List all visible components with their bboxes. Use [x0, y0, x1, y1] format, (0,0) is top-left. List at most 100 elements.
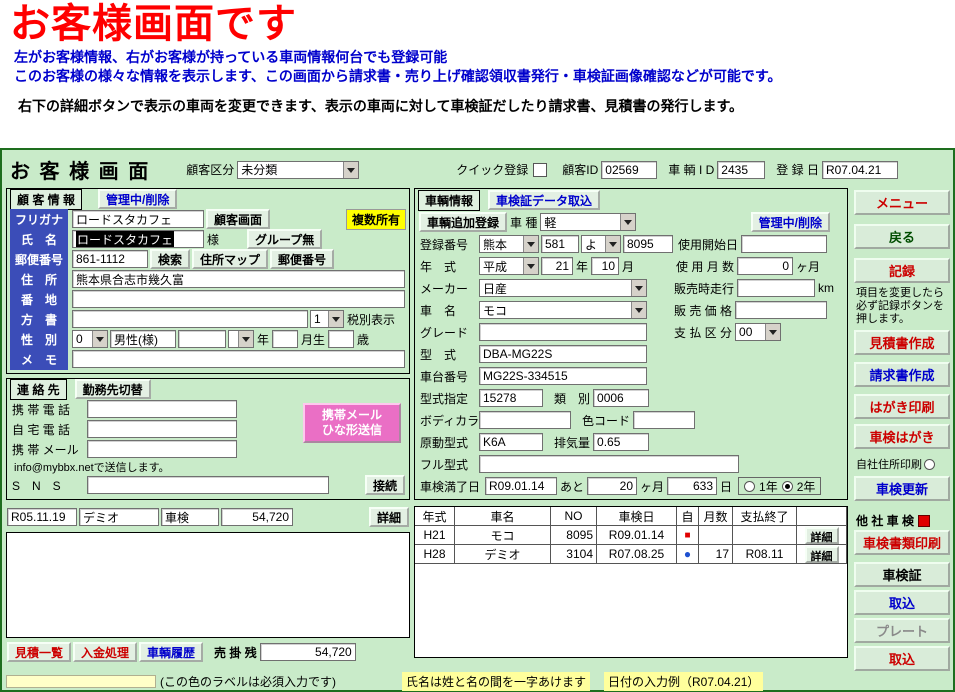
maker-select[interactable]: 日産 — [479, 279, 647, 297]
shaken-cycle-radio-group: 1年 2年 — [738, 477, 821, 495]
estimate-button[interactable]: 見積書作成 — [854, 330, 950, 355]
cell-year: H21 — [415, 526, 455, 545]
mobile-mail-input[interactable] — [87, 440, 237, 458]
type-approval-field[interactable]: 15278 — [479, 389, 543, 407]
address-map-button[interactable]: 住所マップ — [192, 249, 268, 269]
vehicle-history-button[interactable]: 車輌履歴 — [139, 642, 203, 662]
chevron-down-icon[interactable] — [328, 311, 343, 327]
back-button[interactable]: 戻る — [854, 224, 950, 249]
quick-register-checkbox[interactable] — [533, 163, 547, 177]
shaken-update-button[interactable]: 車検更新 — [854, 476, 950, 501]
customer-manage-delete-button[interactable]: 管理中/削除 — [98, 189, 177, 209]
era-year-field[interactable]: 21 — [541, 257, 573, 275]
era-select[interactable]: 平成 — [479, 257, 539, 275]
banchi-input[interactable] — [72, 290, 405, 308]
shaken-postcard-button[interactable]: 車検はがき — [854, 424, 950, 449]
group-button[interactable]: グループ無 — [247, 229, 322, 249]
chevron-down-icon[interactable] — [238, 331, 253, 347]
car-class-select[interactable]: 軽 — [540, 213, 636, 231]
chevron-down-icon[interactable] — [343, 162, 358, 178]
use-start-field[interactable] — [741, 235, 827, 253]
use-months-field[interactable]: 0 — [737, 257, 793, 275]
expiry-field[interactable]: R09.01.14 — [485, 477, 557, 495]
chevron-down-icon[interactable] — [631, 280, 646, 296]
add-vehicle-button[interactable]: 車輌追加登録 — [419, 212, 507, 232]
memo-input[interactable] — [72, 350, 405, 368]
zip-lookup-button[interactable]: 郵便番号 — [270, 249, 334, 269]
chevron-down-icon[interactable] — [605, 236, 620, 252]
work-switch-button[interactable]: 勤務先切替 — [75, 379, 151, 399]
displacement-field[interactable]: 0.65 — [593, 433, 649, 451]
plate-button[interactable]: プレート — [854, 618, 950, 643]
reg-kana-select[interactable]: よ — [581, 235, 621, 253]
vehicle-manage-delete-button[interactable]: 管理中/削除 — [751, 212, 830, 232]
estimates-list-button[interactable]: 見積一覧 — [7, 642, 71, 662]
radio-1year[interactable] — [744, 481, 755, 492]
name-input[interactable]: ロードスタカフェ — [72, 230, 204, 248]
chevron-down-icon[interactable] — [523, 258, 538, 274]
import-plate-button[interactable]: 取込 — [854, 646, 950, 671]
payment-class-select[interactable]: 00 — [735, 323, 781, 341]
reg-date-field[interactable]: R07.04.21 — [822, 161, 898, 179]
month-field[interactable]: 10 — [591, 257, 619, 275]
radio-2year[interactable] — [782, 481, 793, 492]
chevron-down-icon[interactable] — [765, 324, 780, 340]
chevron-down-icon[interactable] — [631, 302, 646, 318]
katagaki-input[interactable] — [72, 310, 308, 328]
import-cert-data-button[interactable]: 車検証データ取込 — [488, 190, 600, 210]
menu-button[interactable]: メニュー — [854, 190, 950, 215]
mileage-field[interactable] — [737, 279, 815, 297]
reg-number-field[interactable]: 8095 — [623, 235, 673, 253]
vehicle-table-row[interactable]: H21 モコ 8095 R09.01.14 ■ 詳細 — [415, 526, 847, 545]
address-input[interactable]: 熊本県合志市幾久富 — [72, 270, 405, 288]
vehicle-id-field[interactable]: 2435 — [717, 161, 765, 179]
furigana-input[interactable]: ロードスタカフェ — [72, 210, 204, 228]
invoice-button[interactable]: 請求書作成 — [854, 362, 950, 387]
history-list[interactable] — [6, 532, 410, 638]
connect-button[interactable]: 接続 — [365, 475, 405, 495]
postcard-print-button[interactable]: はがき印刷 — [854, 394, 950, 419]
grade-field[interactable] — [479, 323, 647, 341]
customer-class-select[interactable]: 未分類 — [237, 161, 359, 179]
reg-area-select[interactable]: 熊本 — [479, 235, 539, 253]
chevron-down-icon[interactable] — [620, 214, 635, 230]
sns-input[interactable] — [87, 476, 329, 494]
vehicle-row-detail-button[interactable]: 詳細 — [805, 527, 839, 544]
chassis-field[interactable]: MG22S-334515 — [479, 367, 647, 385]
other-shaken-label: 他 社 車 検 — [856, 512, 914, 529]
mobile-phone-input[interactable] — [87, 400, 237, 418]
payment-button[interactable]: 入金処理 — [73, 642, 137, 662]
price-field[interactable] — [735, 301, 827, 319]
chevron-down-icon[interactable] — [92, 331, 107, 347]
customer-screen-button[interactable]: 顧客画面 — [206, 209, 270, 229]
shaken-docs-print-button[interactable]: 車検書類印刷 — [854, 530, 950, 555]
color-code-field[interactable] — [633, 411, 695, 429]
gender-select[interactable]: 0 — [72, 330, 108, 348]
customer-id-field[interactable]: 02569 — [601, 161, 657, 179]
import-cert-button[interactable]: 取込 — [854, 590, 950, 615]
chevron-down-icon[interactable] — [523, 236, 538, 252]
home-phone-input[interactable] — [87, 420, 237, 438]
mail-template-button[interactable]: 携帯メール ひな形送信 — [303, 403, 401, 443]
class-field[interactable]: 0006 — [593, 389, 649, 407]
vehicle-row-detail-button[interactable]: 詳細 — [805, 546, 839, 563]
birth-month-field[interactable] — [272, 330, 298, 348]
tax-select[interactable]: 1 — [310, 310, 344, 328]
vehicle-table-row[interactable]: H28 デミオ 3104 R07.08.25 ● 17 R08.11 詳細 — [415, 545, 847, 564]
birth-era-field[interactable] — [178, 330, 226, 348]
record-button[interactable]: 記録 — [854, 258, 950, 283]
search-button[interactable]: 検索 — [150, 249, 190, 269]
full-model-field[interactable] — [479, 455, 739, 473]
age-field[interactable] — [328, 330, 354, 348]
zip-input[interactable]: 861-1112 — [72, 250, 148, 268]
engine-model-field[interactable]: K6A — [479, 433, 543, 451]
body-color-field[interactable] — [479, 411, 571, 429]
shaken-cert-button[interactable]: 車検証 — [854, 562, 950, 587]
birth-era-select[interactable] — [228, 330, 254, 348]
history-detail-button[interactable]: 詳細 — [369, 507, 409, 527]
reg-class-field[interactable]: 581 — [541, 235, 579, 253]
balance-field: 54,720 — [260, 643, 356, 661]
own-address-radio[interactable] — [924, 459, 935, 470]
car-name-select[interactable]: モコ — [479, 301, 647, 319]
model-field[interactable]: DBA-MG22S — [479, 345, 647, 363]
